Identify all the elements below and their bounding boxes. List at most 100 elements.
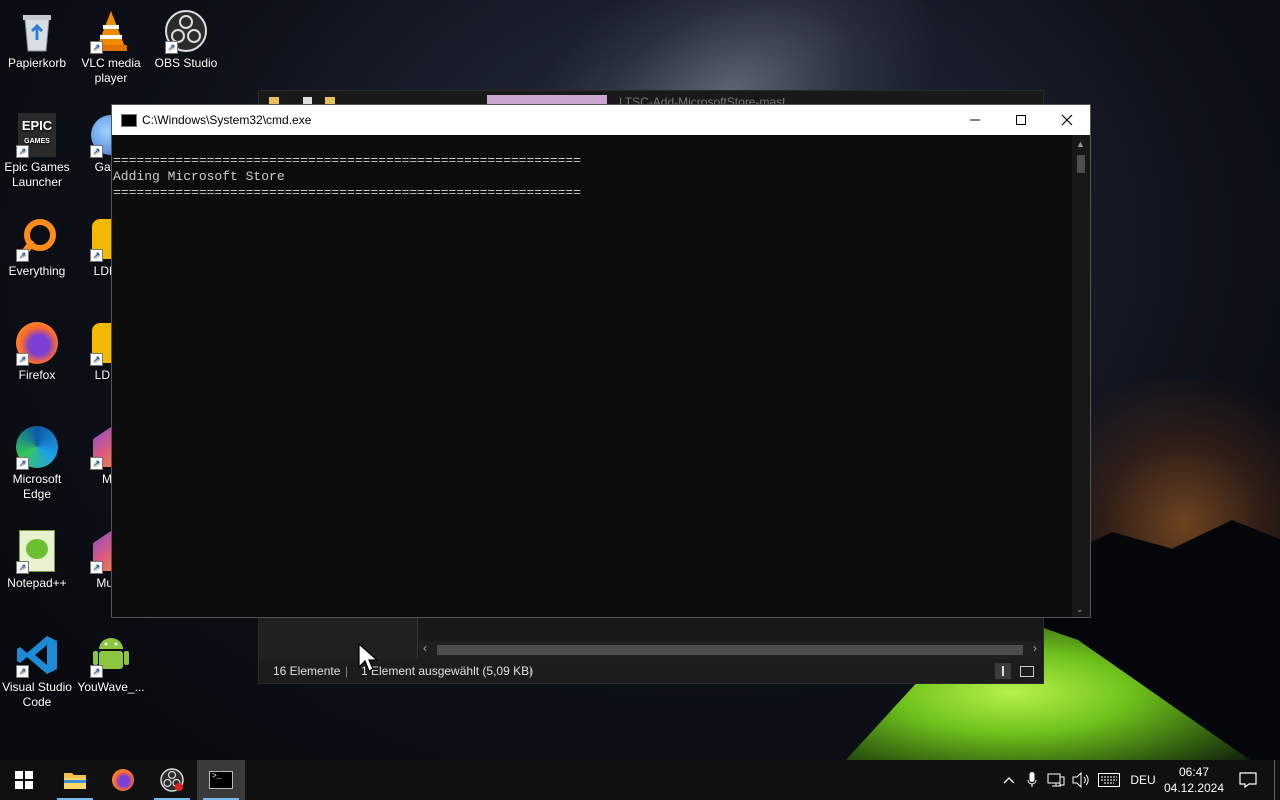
clock-date: 04.12.2024 xyxy=(1163,781,1225,795)
microphone-tray[interactable] xyxy=(1022,760,1042,800)
input-language[interactable]: DEU xyxy=(1126,760,1160,800)
edge-icon: ↗ xyxy=(14,424,60,470)
shortcut-arrow-icon: ↗ xyxy=(16,353,29,366)
close-icon xyxy=(1061,114,1073,126)
scroll-down-icon[interactable]: ⌄ xyxy=(1076,604,1084,615)
shortcut-arrow-icon: ↗ xyxy=(90,457,103,470)
chevron-up-icon xyxy=(1003,777,1015,784)
taskbar: >_ DEU 06:47 04.12.2024 xyxy=(0,760,1280,800)
epic-games-icon: EPIC GAMES ↗ xyxy=(14,112,60,158)
notification-icon xyxy=(1239,772,1257,788)
desktop-icon-label: Papierkorb xyxy=(7,56,67,70)
vscode-icon: ↗ xyxy=(14,632,60,678)
vertical-scrollbar[interactable]: ▲ ⌄ xyxy=(1072,135,1090,617)
desktop-icon-everything[interactable]: ↗ Everything xyxy=(0,212,74,279)
explorer-navigation-pane[interactable] xyxy=(259,615,418,659)
cmd-titlebar[interactable]: C:\Windows\System32\cmd.exe xyxy=(112,105,1090,135)
console-line: ========================================… xyxy=(113,185,582,200)
window-title: C:\Windows\System32\cmd.exe xyxy=(142,113,312,127)
desktop-icon-vscode[interactable]: ↗ Visual Studio Code xyxy=(0,628,74,710)
shortcut-arrow-icon: ↗ xyxy=(16,561,29,574)
clock-time: 06:47 xyxy=(1178,765,1210,779)
android-icon: ↗ xyxy=(88,632,134,678)
desktop-icon-youwave[interactable]: ↗ YouWave_... xyxy=(74,628,148,695)
minimize-button[interactable] xyxy=(952,105,998,135)
horizontal-scrollbar[interactable]: ‹ › xyxy=(419,641,1041,659)
desktop-icon-firefox[interactable]: ↗ Firefox xyxy=(0,316,74,383)
scroll-right-icon[interactable]: › xyxy=(1033,641,1037,655)
taskbar-obs[interactable] xyxy=(148,760,196,800)
desktop-icon-obs[interactable]: ↗ OBS Studio xyxy=(149,4,223,71)
desktop-icon-label: Everything xyxy=(8,264,66,278)
volume-tray[interactable] xyxy=(1070,760,1092,800)
show-desktop-button[interactable] xyxy=(1274,760,1275,800)
scrollbar-thumb[interactable] xyxy=(437,645,1023,655)
file-explorer-icon xyxy=(64,773,86,789)
desktop-icon-vlc[interactable]: ↗ VLC media player xyxy=(74,4,148,86)
console-output[interactable]: ========================================… xyxy=(112,153,1073,613)
shortcut-arrow-icon: ↗ xyxy=(16,665,29,678)
taskbar-file-explorer[interactable] xyxy=(51,760,99,800)
network-icon xyxy=(1047,773,1065,787)
minimize-icon xyxy=(970,119,980,121)
item-count: 16 Elemente xyxy=(273,664,341,678)
selection-info: 1 Element ausgewählt (5,09 KB) xyxy=(361,664,534,678)
shortcut-arrow-icon: ↗ xyxy=(90,665,103,678)
shortcut-arrow-icon: ↗ xyxy=(90,561,103,574)
desktop-icon-label: Notepad++ xyxy=(7,576,67,590)
desktop-icon-label: Firefox xyxy=(18,368,56,382)
speaker-icon xyxy=(1072,772,1089,788)
shortcut-arrow-icon: ↗ xyxy=(90,249,103,262)
vlc-icon: ↗ xyxy=(88,8,134,54)
shortcut-arrow-icon: ↗ xyxy=(16,145,29,158)
cmd-app-icon xyxy=(121,114,137,127)
large-icons-view-icon[interactable] xyxy=(1019,663,1035,679)
scroll-up-icon[interactable]: ▲ xyxy=(1076,139,1085,149)
console-line: ========================================… xyxy=(113,153,582,168)
desktop-icon-recycle-bin[interactable]: Papierkorb xyxy=(0,4,74,71)
details-view-icon[interactable] xyxy=(995,663,1011,679)
close-button[interactable] xyxy=(1044,105,1090,135)
status-separator: | xyxy=(529,664,533,678)
shortcut-arrow-icon: ↗ xyxy=(90,145,103,158)
shortcut-arrow-icon: ↗ xyxy=(165,41,178,54)
cmd-window[interactable]: C:\Windows\System32\cmd.exe ============… xyxy=(111,104,1091,618)
touch-keyboard-tray[interactable] xyxy=(1096,760,1122,800)
desktop-icon-label: YouWave_... xyxy=(77,680,145,694)
cmd-icon: >_ xyxy=(209,771,233,789)
keyboard-icon xyxy=(1098,773,1120,787)
desktop-icon-edge[interactable]: ↗ Microsoft Edge xyxy=(0,420,74,502)
taskbar-clock[interactable]: 06:47 04.12.2024 xyxy=(1162,764,1226,796)
desktop-icon-notepadpp[interactable]: ↗ Notepad++ xyxy=(0,524,74,591)
shortcut-arrow-icon: ↗ xyxy=(16,249,29,262)
shortcut-arrow-icon: ↗ xyxy=(90,41,103,54)
action-center-button[interactable] xyxy=(1234,760,1262,800)
obs-icon xyxy=(160,768,184,792)
maximize-button[interactable] xyxy=(998,105,1044,135)
status-separator: | xyxy=(345,664,349,678)
recycle-bin-icon xyxy=(14,8,60,54)
notepadpp-icon: ↗ xyxy=(14,528,60,574)
show-hidden-icons-button[interactable] xyxy=(998,760,1020,800)
shortcut-arrow-icon: ↗ xyxy=(90,353,103,366)
desktop-icon-label: Visual Studio Code xyxy=(2,680,72,709)
obs-icon: ↗ xyxy=(163,8,209,54)
desktop-icon-label: OBS Studio xyxy=(154,56,218,70)
network-tray[interactable] xyxy=(1044,760,1068,800)
microphone-icon xyxy=(1027,772,1037,787)
everything-icon: ↗ xyxy=(14,216,60,262)
taskbar-firefox[interactable] xyxy=(99,760,147,800)
start-button[interactable] xyxy=(0,760,48,800)
taskbar-cmd[interactable]: >_ xyxy=(197,760,245,800)
firefox-icon xyxy=(112,769,134,791)
desktop-icon-label: VLC media player xyxy=(81,56,141,85)
windows-logo-icon xyxy=(15,771,33,789)
desktop-icon-label: Microsoft Edge xyxy=(12,472,62,501)
desktop-icon-label: Epic Games Launcher xyxy=(4,160,70,189)
console-line: Adding Microsoft Store xyxy=(113,169,285,184)
maximize-icon xyxy=(1016,115,1026,125)
scrollbar-thumb[interactable] xyxy=(1077,155,1085,173)
firefox-icon: ↗ xyxy=(14,320,60,366)
desktop-icon-epic-games[interactable]: EPIC GAMES ↗ Epic Games Launcher xyxy=(0,108,74,190)
scroll-left-icon[interactable]: ‹ xyxy=(423,641,427,655)
